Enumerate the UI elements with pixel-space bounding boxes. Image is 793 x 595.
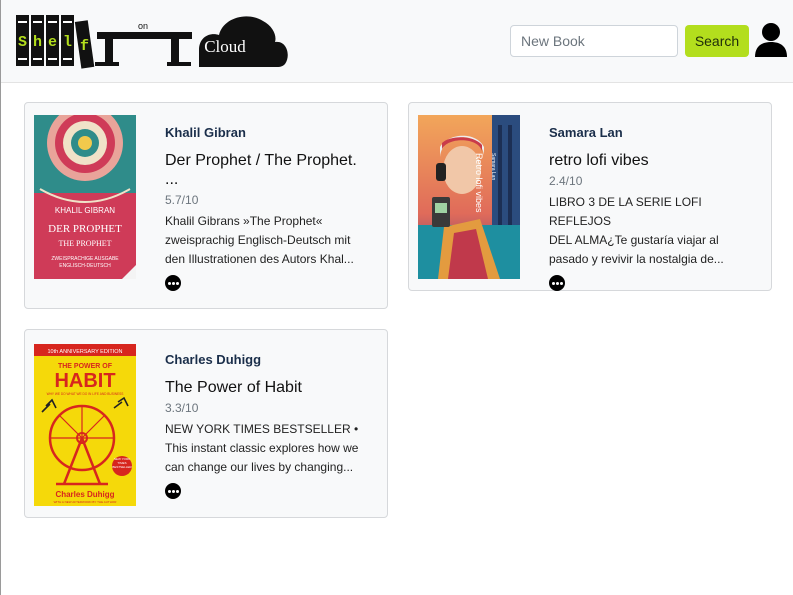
logo-letter-s: S	[18, 34, 27, 51]
description-line: den Illustrationen des Autors Khal...	[165, 252, 354, 266]
cover-line-1: ZWEISPRACHIGE AUSGABE	[51, 256, 119, 262]
more-options-icon[interactable]	[549, 275, 565, 291]
logo-cloud-text: Cloud	[204, 37, 246, 56]
book-title[interactable]: The Power of Habit	[165, 378, 373, 397]
cover-author: Samara Lan	[490, 153, 496, 180]
book-title[interactable]: retro lofi vibes	[549, 151, 757, 170]
book-author[interactable]: Khalil Gibran	[165, 124, 373, 141]
cover-title: DER PROPHET	[48, 223, 122, 235]
new-book-search-input[interactable]	[510, 25, 678, 57]
book-card: KHALIL GIBRAN DER PROPHET THE PROPHET ZW…	[24, 102, 388, 309]
description-line: This instant classic explores how we	[165, 441, 359, 455]
more-options-icon[interactable]	[165, 275, 181, 291]
description-line: NEW YORK TIMES BESTSELLER •	[165, 422, 359, 436]
book-title-line: ...	[165, 171, 179, 188]
cover-author: Charles Duhigg	[55, 490, 114, 499]
book-info: Charles Duhigg The Power of Habit 3.3/10…	[165, 351, 373, 499]
navbar: S h e l f on Cloud Search	[1, 0, 793, 83]
book-info: Samara Lan retro lofi vibes 2.4/10 LIBRO…	[549, 124, 757, 291]
shelf-on-cloud-logo[interactable]: S h e l f on Cloud	[15, 12, 291, 70]
more-options-icon[interactable]	[165, 483, 181, 499]
cover-habit: HABIT	[54, 370, 115, 392]
book-description: LIBRO 3 DE LA SERIE LOFI REFLEJOS DEL AL…	[549, 193, 757, 269]
book-rating: 3.3/10	[165, 401, 199, 415]
book-cover-retro-lofi-vibes[interactable]: Retro lofi vibes Samara Lan	[418, 115, 520, 279]
cover-afterword: WITH A NEW AFTERWORD BY THE AUTHOR	[54, 500, 118, 504]
book-description: Khalil Gibrans »The Prophet« zweisprachi…	[165, 212, 373, 269]
logo-letter-e: e	[48, 34, 57, 51]
description-line: Khalil Gibrans »The Prophet«	[165, 214, 323, 228]
book-title-line: Der Prophet / The Prophet.	[165, 152, 357, 169]
cover-subtitle: THE PROPHET	[58, 239, 111, 248]
description-line: DEL ALMA¿Te gustaría viajar al	[549, 233, 719, 247]
logo-on-text: on	[138, 21, 148, 31]
description-line: can change our lives by changing...	[165, 460, 354, 474]
description-line: zweisprachig Englisch-Deutsch mit	[165, 233, 351, 247]
cover-the-power-of: THE POWER OF	[58, 363, 113, 370]
cover-edition: 10th ANNIVERSARY EDITION	[48, 349, 123, 355]
description-line: pasado y revivir la nostalgia de...	[549, 252, 724, 266]
book-title[interactable]: Der Prophet / The Prophet. ...	[165, 151, 373, 189]
description-line: LIBRO 3 DE LA SERIE LOFI REFLEJOS	[549, 195, 702, 228]
cover-badge: NEW YORK TIMES BESTSELLER	[112, 457, 132, 469]
book-card: 10th ANNIVERSARY EDITION THE POWER OF HA…	[24, 329, 388, 518]
book-description: NEW YORK TIMES BESTSELLER • This instant…	[165, 420, 373, 477]
book-cover-der-prophet[interactable]: KHALIL GIBRAN DER PROPHET THE PROPHET ZW…	[34, 115, 136, 279]
cover-author: KHALIL GIBRAN	[55, 206, 115, 215]
cover-title: Retro lofi vibes	[474, 153, 484, 213]
book-rating: 2.4/10	[549, 174, 583, 188]
search-button[interactable]: Search	[685, 25, 749, 57]
logo-shelf: on	[95, 21, 192, 66]
user-icon[interactable]	[754, 22, 788, 58]
cover-line-2: ENGLISCH-DEUTSCH	[59, 263, 111, 269]
cloud-icon: Cloud	[199, 16, 288, 68]
book-author[interactable]: Samara Lan	[549, 124, 757, 141]
logo-letter-f: f	[80, 38, 89, 55]
cover-tagline: WHY WE DO WHAT WE DO IN LIFE AND BUSINES…	[47, 392, 124, 396]
book-title-line: retro lofi vibes	[549, 152, 649, 169]
book-author[interactable]: Charles Duhigg	[165, 351, 373, 368]
book-rating: 5.7/10	[165, 193, 199, 207]
logo-books: S h e l f	[16, 15, 95, 69]
logo-letter-h: h	[33, 34, 42, 51]
book-cover-power-of-habit[interactable]: 10th ANNIVERSARY EDITION THE POWER OF HA…	[34, 344, 136, 506]
logo-letter-l: l	[63, 34, 72, 51]
book-card: Retro lofi vibes Samara Lan Samara Lan r…	[408, 102, 772, 291]
book-title-line: The Power of Habit	[165, 379, 302, 396]
book-info: Khalil Gibran Der Prophet / The Prophet.…	[165, 124, 373, 291]
